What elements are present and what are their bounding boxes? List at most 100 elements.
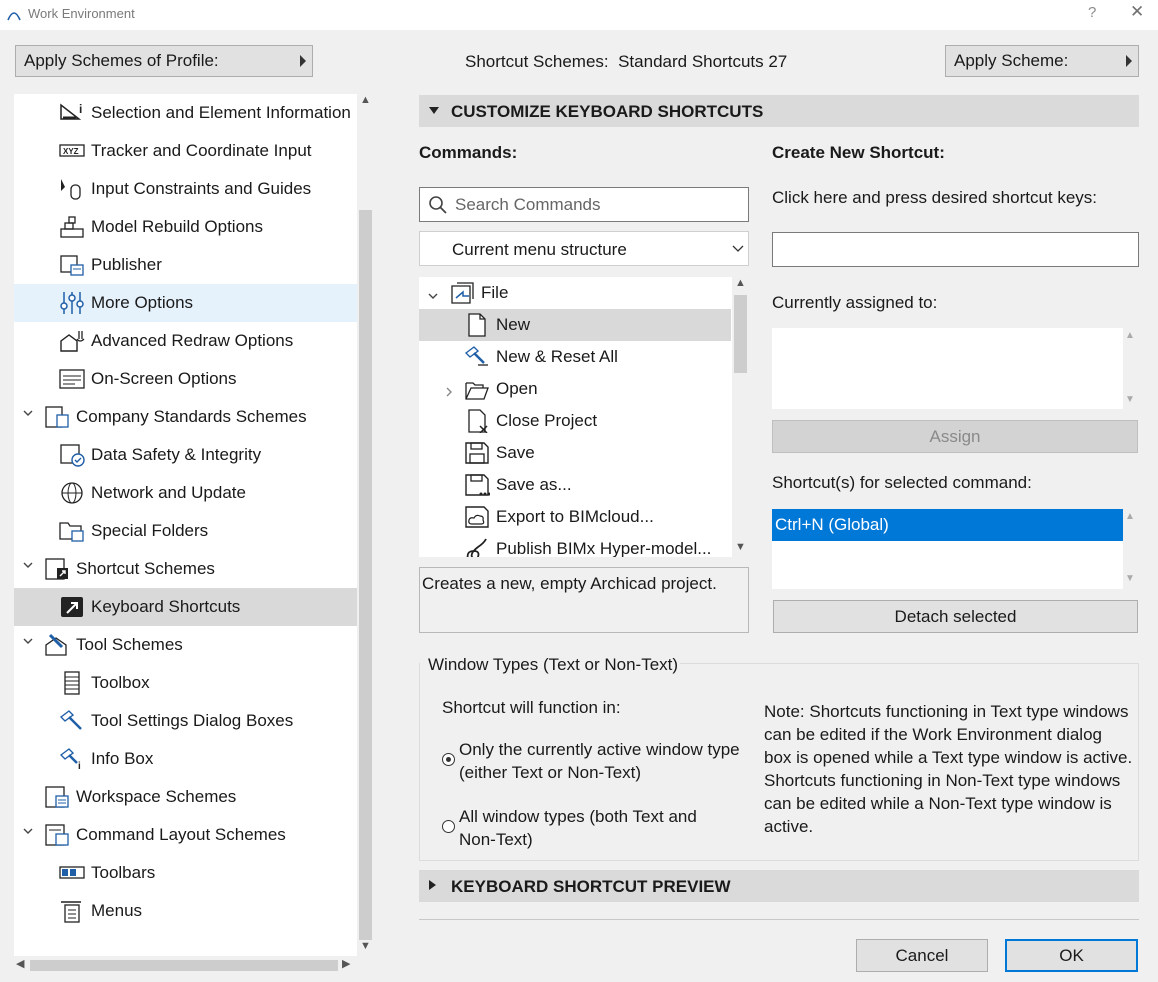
search-commands-field[interactable]: Search Commands: [419, 187, 749, 222]
tree-item-label: Tool Settings Dialog Boxes: [91, 711, 294, 730]
tree-item-special-folders[interactable]: Special Folders: [14, 512, 357, 550]
tree-item-input-constraints-and-guides[interactable]: Input Constraints and Guides: [14, 170, 357, 208]
shortcuts-scrollbar[interactable]: ▲ ▼: [1123, 509, 1139, 589]
radio-button-all-types[interactable]: [442, 820, 455, 833]
tree-item-toolbox[interactable]: Toolbox: [14, 664, 357, 702]
help-icon[interactable]: ?: [1088, 4, 1096, 21]
tree-item-tracker-and-coordinate-input[interactable]: XYZ Tracker and Coordinate Input: [14, 132, 357, 170]
cancel-button[interactable]: Cancel: [856, 939, 988, 972]
new-document-icon: [464, 313, 490, 337]
tree-item-label: Selection and Element Information: [91, 103, 351, 122]
tree-item-on-screen-options[interactable]: On-Screen Options: [14, 360, 357, 398]
tree-item-company-standards-schemes[interactable]: Company Standards Schemes: [14, 398, 357, 436]
chevron-down-icon[interactable]: [427, 287, 439, 307]
scroll-right-icon[interactable]: ▶: [342, 957, 350, 970]
tree-item-keyboard-shortcuts[interactable]: Keyboard Shortcuts: [14, 588, 357, 626]
tree-item-menus[interactable]: Menus: [14, 892, 357, 930]
scroll-up-icon[interactable]: ▲: [1125, 511, 1135, 522]
tree-item-publisher[interactable]: Publisher: [14, 246, 357, 284]
tree-item-shortcut-schemes[interactable]: Shortcut Schemes: [14, 550, 357, 588]
tree-item-label: Tracker and Coordinate Input: [91, 141, 312, 160]
tree-item-data-safety-integrity[interactable]: Data Safety & Integrity: [14, 436, 357, 474]
tool-settings-icon: [59, 709, 85, 733]
tree-item-label: Menus: [91, 901, 143, 920]
shortcut-capture-field[interactable]: [772, 232, 1139, 267]
menu-structure-select[interactable]: Current menu structure: [419, 231, 749, 266]
command-item-label: Export to BIMcloud...: [496, 507, 654, 526]
command-item-publish-bimx-hyper-model[interactable]: Publish BIMx Hyper-model...: [419, 533, 731, 557]
scroll-down-icon[interactable]: ▼: [1125, 573, 1135, 584]
tree-item-tool-settings-dialog-boxes[interactable]: Tool Settings Dialog Boxes: [14, 702, 357, 740]
chevron-down-icon[interactable]: [22, 825, 34, 840]
chevron-down-icon[interactable]: [22, 407, 34, 422]
tree-hscroll-thumb[interactable]: [30, 960, 338, 971]
radio-all-line2: Non-Text): [459, 830, 533, 849]
customize-section-header[interactable]: CUSTOMIZE KEYBOARD SHORTCUTS: [419, 95, 1139, 127]
command-item-close-project[interactable]: Close Project: [419, 405, 731, 437]
command-item-new[interactable]: New: [419, 309, 731, 341]
create-shortcut-label: Create New Shortcut:: [772, 143, 945, 162]
apply-scheme-button[interactable]: Apply Scheme:: [945, 45, 1139, 77]
chevron-right-icon[interactable]: [443, 383, 455, 403]
radio-button-active-type[interactable]: [442, 753, 455, 766]
tree-scroll-thumb[interactable]: [359, 210, 372, 940]
shortcut-item-selected[interactable]: Ctrl+N (Global): [772, 509, 1123, 541]
shortcuts-list[interactable]: Ctrl+N (Global): [772, 509, 1123, 589]
tree-item-tool-schemes[interactable]: Tool Schemes: [14, 626, 357, 664]
arrow-right-icon: [300, 55, 306, 67]
chevron-down-icon[interactable]: [22, 635, 34, 650]
command-item-new-reset-all[interactable]: New & Reset All: [419, 341, 731, 373]
apply-profile-button[interactable]: Apply Schemes of Profile:: [15, 45, 313, 77]
command-item-save[interactable]: Save: [419, 437, 731, 469]
xyz-tracker-icon: XYZ: [59, 139, 85, 163]
preview-section-header[interactable]: KEYBOARD SHORTCUT PREVIEW: [419, 870, 1139, 902]
radio-option-active-type[interactable]: Only the currently active window type (e…: [442, 740, 752, 786]
command-item-file[interactable]: File: [419, 277, 731, 309]
bimx-icon: [464, 537, 490, 557]
command-item-export-to-bimcloud[interactable]: Export to BIMcloud...: [419, 501, 731, 533]
customize-header-label: CUSTOMIZE KEYBOARD SHORTCUTS: [451, 102, 764, 121]
tree-item-network-and-update[interactable]: Network and Update: [14, 474, 357, 512]
close-icon[interactable]: ✕: [1130, 2, 1144, 22]
save-icon: [464, 441, 490, 465]
tree-vertical-scrollbar[interactable]: ▲ ▼: [357, 94, 374, 956]
detach-selected-button[interactable]: Detach selected: [773, 600, 1138, 633]
assigned-to-list[interactable]: [772, 328, 1123, 409]
shortcut-schemes-icon: [44, 557, 70, 581]
commands-list[interactable]: File New New & Reset All Open Close Project S…: [419, 277, 749, 557]
preview-header-label: KEYBOARD SHORTCUT PREVIEW: [451, 877, 731, 896]
tree-item-advanced-redraw-options[interactable]: Advanced Redraw Options: [14, 322, 357, 360]
assigned-scrollbar[interactable]: ▲ ▼: [1123, 328, 1139, 409]
tree-item-more-options[interactable]: More Options: [14, 284, 357, 322]
tree-item-workspace-schemes[interactable]: Workspace Schemes: [14, 778, 357, 816]
assign-button-label: Assign: [929, 426, 981, 446]
tree-item-command-layout-schemes[interactable]: Command Layout Schemes: [14, 816, 357, 854]
scroll-down-icon[interactable]: ▼: [360, 940, 371, 952]
scroll-down-icon[interactable]: ▼: [1125, 394, 1135, 405]
scroll-up-icon[interactable]: ▲: [360, 94, 371, 106]
radio-option-all-types[interactable]: All window types (both Text and Non-Text…: [442, 807, 752, 853]
tree-item-info-box[interactable]: i Info Box: [14, 740, 357, 778]
scroll-up-icon[interactable]: ▲: [735, 277, 746, 289]
scheme-value: Standard Shortcuts 27: [618, 52, 788, 71]
ok-button[interactable]: OK: [1005, 939, 1138, 972]
tree-horizontal-scrollbar[interactable]: ◀ ▶: [14, 956, 357, 974]
scroll-up-icon[interactable]: ▲: [1125, 330, 1135, 341]
settings-tree: i Selection and Element Information XYZ Tra…: [14, 94, 374, 974]
scroll-down-icon[interactable]: ▼: [735, 541, 746, 553]
command-item-save-as[interactable]: Save as...: [419, 469, 731, 501]
command-item-label: Close Project: [496, 411, 598, 430]
tree-item-model-rebuild-options[interactable]: Model Rebuild Options: [14, 208, 357, 246]
tree-item-toolbars[interactable]: Toolbars: [14, 854, 357, 892]
tree-item-selection-and-element-information[interactable]: i Selection and Element Information: [14, 94, 357, 132]
commands-scrollbar[interactable]: ▲ ▼: [732, 277, 749, 557]
command-item-open[interactable]: Open: [419, 373, 731, 405]
tree-item-label: Tool Schemes: [76, 635, 183, 654]
scroll-left-icon[interactable]: ◀: [16, 957, 24, 970]
tree-item-label: Model Rebuild Options: [91, 217, 263, 236]
note-line: Note: Shortcuts functioning in Text type…: [764, 702, 1129, 721]
assign-button[interactable]: Assign: [772, 420, 1138, 453]
commands-scroll-thumb[interactable]: [734, 295, 747, 373]
search-placeholder: Search Commands: [455, 195, 601, 214]
chevron-down-icon[interactable]: [22, 559, 34, 574]
